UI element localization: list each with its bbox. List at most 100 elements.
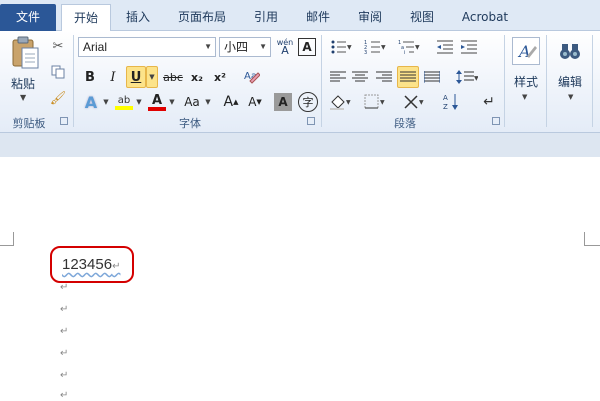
phonetic-char: A [281,44,289,57]
svg-text:i: i [404,50,405,55]
distributed-icon[interactable] [422,67,442,87]
tab-home[interactable]: 开始 [61,4,111,32]
phonetic-guide-button[interactable]: wén A [274,37,296,57]
clipboard-launcher-icon[interactable] [60,117,68,125]
shrink-arrow-icon: ▼ [256,98,262,106]
svg-text:▼: ▼ [474,75,478,82]
editing-button[interactable]: 编辑 [558,73,582,90]
chinese-layout-icon[interactable]: ▼ [402,91,428,113]
styles-icon[interactable]: A [512,37,540,65]
font-size-value: 小四 [224,40,249,54]
align-right-icon[interactable] [374,67,394,87]
paragraph-mark: ↵ [60,326,69,337]
align-center-icon[interactable] [350,67,370,87]
tab-page-layout[interactable]: 页面布局 [170,4,234,31]
chevron-down-icon[interactable]: ▼ [102,95,110,109]
grow-font-button[interactable]: A ▲ [220,91,242,113]
clipboard-group-label: 剪贴板 [12,117,46,130]
underline-button[interactable]: U [126,66,146,88]
enclose-char-button[interactable]: 字 [298,92,318,112]
paragraph-mark: ↵ [60,370,69,381]
shrink-font-button[interactable]: A ▼ [244,91,266,113]
chevron-down-icon[interactable]: ▼ [168,95,176,109]
font-color-glyph: A [151,92,163,108]
strikethrough-button[interactable]: abc [162,67,184,87]
paragraph-mark: ↵ [60,348,69,359]
bold-button[interactable]: B [80,67,100,87]
chevron-down-icon[interactable]: ▼ [204,95,212,109]
margin-corner-right [584,232,600,246]
char-border-button[interactable]: A [298,38,316,56]
tab-references[interactable]: 引用 [246,4,286,31]
italic-button[interactable]: I [103,67,123,87]
superscript-button[interactable]: x² [210,67,230,87]
text-effects-icon[interactable]: A [80,91,102,113]
grow-font-label: A [223,94,234,110]
format-painter-icon[interactable]: 🖌 [48,89,68,107]
separator [321,35,322,127]
tab-view[interactable]: 视图 [400,4,444,31]
cut-icon[interactable]: ✂ [48,37,68,55]
char-shading-button[interactable]: A [274,93,292,111]
highlighter-glyph: ab [117,94,131,106]
paragraph-mark: ↵ [60,282,69,293]
styles-button[interactable]: 样式 [514,73,538,90]
font-name-combo[interactable]: Arial ▼ [78,37,216,57]
increase-indent-icon[interactable] [458,37,480,57]
svg-text:A: A [443,94,448,102]
sort-icon[interactable]: AZ [440,91,462,113]
font-size-combo[interactable]: 小四 ▼ [219,37,271,57]
svg-text:▼: ▼ [380,99,385,106]
tab-acrobat[interactable]: Acrobat [454,4,516,31]
paste-dropdown-icon[interactable]: ▼ [20,93,26,102]
underline-dropdown-icon[interactable]: ▼ [146,66,158,88]
grow-arrow-icon: ▲ [233,98,239,106]
shrink-font-label: A [248,95,257,109]
chevron-down-icon: ▼ [259,42,267,51]
show-marks-icon[interactable]: ↵ [478,91,500,113]
separator [546,35,547,127]
numbering-icon[interactable]: 1 2 3 ▼ [362,37,388,57]
paragraph-group-label: 段落 [394,117,416,130]
copy-icon[interactable] [48,63,68,81]
change-case-button[interactable]: Aa [180,91,204,113]
bullets-icon[interactable]: ▼ [328,37,354,57]
chevron-down-icon[interactable]: ▼ [135,95,143,109]
chevron-down-icon[interactable]: ▼ [568,93,573,101]
svg-text:3: 3 [364,50,367,55]
font-color-swatch [148,106,166,111]
svg-text:▼: ▼ [381,44,386,51]
multilevel-list-icon[interactable]: 1 a i ▼ [396,37,422,57]
line-spacing-icon[interactable]: ▼ [454,67,480,87]
paste-icon[interactable] [6,35,44,71]
chevron-down-icon[interactable]: ▼ [522,93,527,101]
tab-file[interactable]: 文件 [0,4,56,31]
align-left-icon[interactable] [328,67,348,87]
decrease-indent-icon[interactable] [434,37,456,57]
tab-insert[interactable]: 插入 [118,4,158,31]
paragraph-launcher-icon[interactable] [492,117,500,125]
svg-text:▼: ▼ [419,99,424,106]
justify-icon[interactable] [397,66,419,88]
margin-corner-left [0,232,14,246]
tab-review[interactable]: 审阅 [350,4,390,31]
ribbon-tab-bar: 文件 开始 插入 页面布局 引用 邮件 审阅 视图 Acrobat [0,0,600,32]
clear-formatting-icon[interactable]: Aa [240,65,262,87]
paste-button[interactable]: 粘贴 [11,75,35,92]
chevron-down-icon: ▼ [204,42,212,51]
svg-text:Z: Z [443,103,448,111]
separator [592,35,593,127]
binoculars-icon[interactable] [556,37,584,65]
tab-mailings[interactable]: 邮件 [298,4,338,31]
subscript-button[interactable]: x₂ [187,67,207,87]
highlight-swatch [115,105,133,110]
separator [504,35,505,127]
shading-icon[interactable]: ▼ [328,91,354,113]
font-launcher-icon[interactable] [307,117,315,125]
svg-text:▼: ▼ [347,44,352,51]
borders-icon[interactable]: ▼ [362,91,388,113]
highlight-color-icon[interactable]: ab [113,91,135,113]
ruler-area [0,133,600,157]
highlight-annotation [50,246,134,283]
font-color-icon[interactable]: A [146,91,168,113]
